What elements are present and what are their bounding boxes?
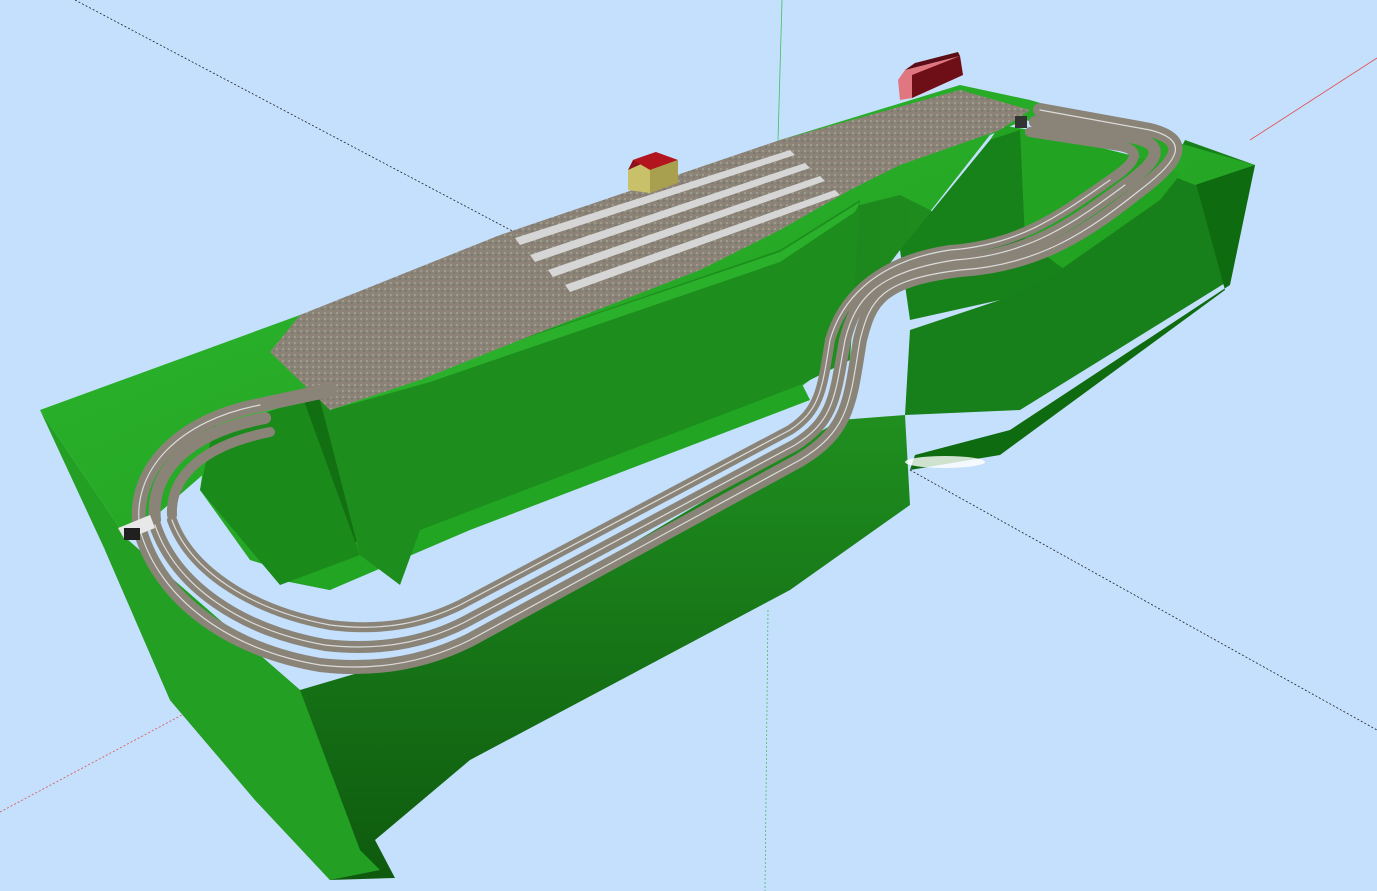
tunnel-portal-right xyxy=(1015,116,1027,128)
model-canvas[interactable] xyxy=(0,0,1377,891)
layout-model[interactable] xyxy=(40,85,1255,880)
3d-viewport[interactable] xyxy=(0,0,1377,891)
ground-shadow xyxy=(905,456,985,468)
